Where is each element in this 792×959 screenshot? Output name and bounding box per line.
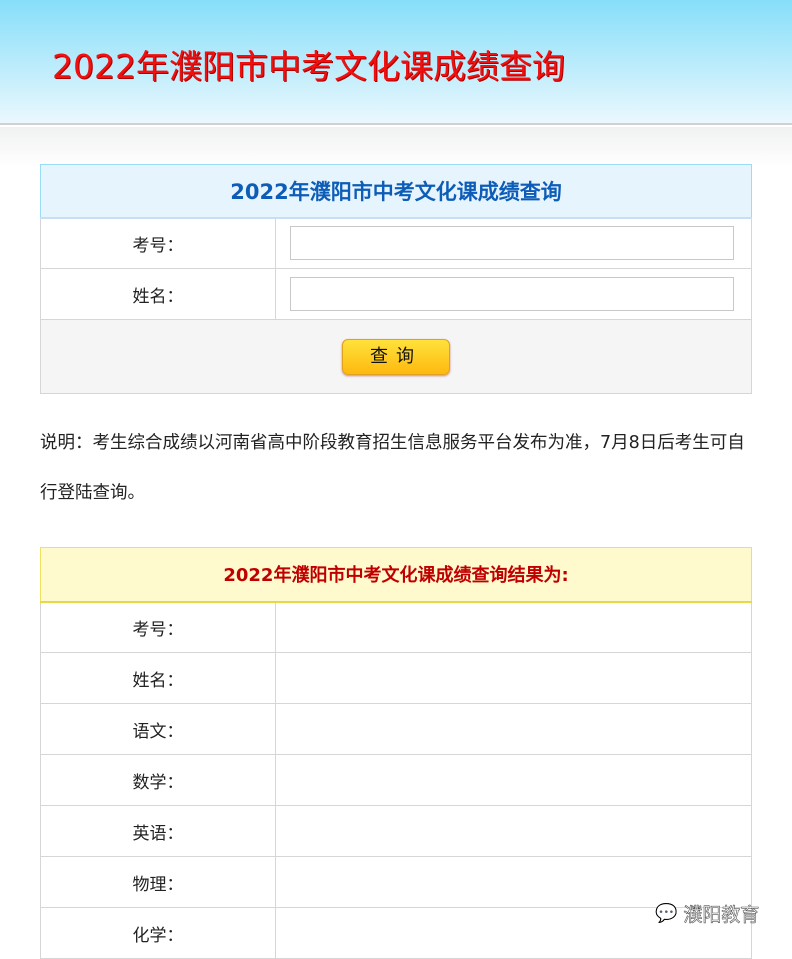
exam-number-label: 考号：: [40, 217, 276, 269]
row-value: [275, 805, 752, 857]
row-label: 姓名：: [40, 652, 276, 704]
row-label: 数学：: [40, 754, 276, 806]
row-label: 物理：: [40, 856, 276, 908]
row-value: [275, 652, 752, 704]
row-value: [275, 601, 752, 653]
shade: [0, 127, 792, 167]
result-table: 2022年濮阳市中考文化课成绩查询结果为: 考号： 姓名： 语文： 数学： 英语…: [40, 547, 752, 959]
row-label: 语文：: [40, 703, 276, 755]
table-row: 考号：: [40, 601, 752, 653]
banner-title: 2022年濮阳市中考文化课成绩查询: [52, 47, 565, 86]
table-row: 化学：: [40, 907, 752, 959]
row-label: 英语：: [40, 805, 276, 857]
name-label: 姓名：: [40, 268, 276, 320]
row-label: 考号：: [40, 601, 276, 653]
watermark-text: 濮阳教育: [683, 904, 760, 927]
table-row: 物理：: [40, 856, 752, 908]
header-banner: 2022年濮阳市中考文化课成绩查询: [0, 0, 792, 125]
result-title: 2022年濮阳市中考文化课成绩查询结果为:: [40, 547, 752, 603]
table-row: 姓名：: [40, 652, 752, 704]
name-input[interactable]: [290, 277, 734, 311]
row-value: [275, 754, 752, 806]
query-form: 2022年濮阳市中考文化课成绩查询 考号： 姓名： 查询: [40, 164, 752, 394]
row-label: 化学：: [40, 907, 276, 959]
watermark: 💬 濮阳教育: [655, 900, 760, 927]
form-title: 2022年濮阳市中考文化课成绩查询: [40, 164, 752, 219]
table-row: 语文：: [40, 703, 752, 755]
wechat-icon: 💬: [655, 903, 678, 925]
query-button[interactable]: 查询: [342, 338, 450, 375]
exam-number-input[interactable]: [290, 226, 734, 261]
table-row: 英语：: [40, 805, 752, 857]
row-value: [275, 703, 752, 755]
note-text: 说明：考生综合成绩以河南省高中阶段教育招生信息服务平台发布为准，7月8日后考生可…: [40, 433, 745, 503]
table-row: 数学：: [40, 754, 752, 806]
